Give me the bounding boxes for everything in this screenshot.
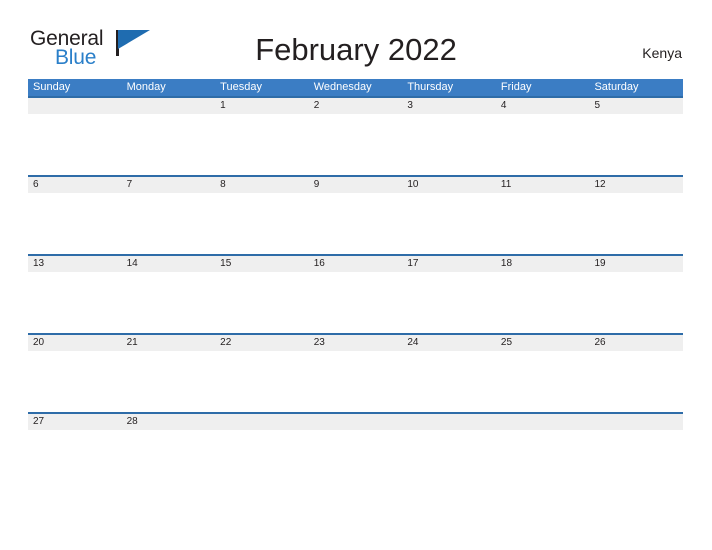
- date-number[interactable]: 10: [402, 177, 496, 193]
- date-number[interactable]: 28: [122, 414, 216, 430]
- date-number[interactable]: [309, 414, 403, 430]
- date-number[interactable]: 11: [496, 177, 590, 193]
- day-event-area[interactable]: [496, 351, 590, 412]
- date-number[interactable]: [28, 98, 122, 114]
- day-event-area[interactable]: [215, 272, 309, 333]
- day-event-area[interactable]: [402, 193, 496, 254]
- day-event-area[interactable]: [496, 272, 590, 333]
- day-event-area[interactable]: [589, 272, 683, 333]
- date-number[interactable]: 2: [309, 98, 403, 114]
- weekday-header-monday: Monday: [126, 81, 166, 93]
- day-event-area[interactable]: [215, 430, 309, 491]
- date-number[interactable]: 18: [496, 256, 590, 272]
- date-number[interactable]: [215, 414, 309, 430]
- date-number[interactable]: 16: [309, 256, 403, 272]
- day-event-area[interactable]: [309, 272, 403, 333]
- date-number[interactable]: 12: [589, 177, 683, 193]
- week-row: 6 7 8 9 10 11 12: [28, 175, 683, 254]
- page-title: February 2022: [255, 32, 457, 67]
- date-number-strip: 6 7 8 9 10 11 12: [28, 177, 683, 193]
- day-event-area[interactable]: [589, 351, 683, 412]
- date-number[interactable]: 5: [589, 98, 683, 114]
- date-number[interactable]: 27: [28, 414, 122, 430]
- day-event-area[interactable]: [589, 193, 683, 254]
- day-event-area[interactable]: [122, 351, 216, 412]
- day-event-area[interactable]: [215, 193, 309, 254]
- calendar-grid: Sunday Monday Tuesday Wednesday Thursday…: [28, 79, 683, 491]
- date-number-strip: 13 14 15 16 17 18 19: [28, 256, 683, 272]
- week-row: 20 21 22 23 24 25 26: [28, 333, 683, 412]
- day-event-area[interactable]: [402, 351, 496, 412]
- date-number[interactable]: 4: [496, 98, 590, 114]
- calendar-page: General Blue February 2022 Kenya Sunday …: [0, 0, 712, 550]
- day-event-area[interactable]: [589, 430, 683, 491]
- page-header: General Blue February 2022 Kenya: [0, 0, 712, 78]
- day-event-area[interactable]: [28, 351, 122, 412]
- date-number[interactable]: 22: [215, 335, 309, 351]
- day-event-area[interactable]: [589, 114, 683, 175]
- region-label: Kenya: [642, 45, 682, 61]
- weekday-header-row: Sunday Monday Tuesday Wednesday Thursday…: [28, 79, 683, 96]
- date-number[interactable]: 17: [402, 256, 496, 272]
- weekday-header-tuesday: Tuesday: [220, 81, 262, 93]
- day-event-area[interactable]: [496, 114, 590, 175]
- weekday-header-wednesday: Wednesday: [313, 81, 372, 93]
- date-number[interactable]: 15: [215, 256, 309, 272]
- day-event-area[interactable]: [402, 272, 496, 333]
- weekday-header-saturday: Saturday: [594, 81, 639, 93]
- day-event-area[interactable]: [402, 114, 496, 175]
- day-event-area[interactable]: [122, 272, 216, 333]
- day-event-area[interactable]: [496, 193, 590, 254]
- day-event-area[interactable]: [122, 430, 216, 491]
- day-event-area[interactable]: [496, 430, 590, 491]
- day-event-area[interactable]: [215, 114, 309, 175]
- date-number[interactable]: 20: [28, 335, 122, 351]
- date-number[interactable]: [496, 414, 590, 430]
- date-number[interactable]: [122, 98, 216, 114]
- day-event-area[interactable]: [309, 351, 403, 412]
- date-number-strip: 1 2 3 4 5: [28, 98, 683, 114]
- date-number[interactable]: 1: [215, 98, 309, 114]
- date-number[interactable]: 9: [309, 177, 403, 193]
- event-area-row: [28, 351, 683, 412]
- day-event-area[interactable]: [215, 351, 309, 412]
- event-area-row: [28, 430, 683, 491]
- day-event-area[interactable]: [309, 430, 403, 491]
- date-number[interactable]: 7: [122, 177, 216, 193]
- event-area-row: [28, 193, 683, 254]
- day-event-area[interactable]: [122, 193, 216, 254]
- week-row: 13 14 15 16 17 18 19: [28, 254, 683, 333]
- day-event-area[interactable]: [28, 430, 122, 491]
- day-event-area[interactable]: [28, 193, 122, 254]
- event-area-row: [28, 272, 683, 333]
- date-number[interactable]: 21: [122, 335, 216, 351]
- date-number[interactable]: 14: [122, 256, 216, 272]
- weekday-header-friday: Friday: [500, 81, 532, 93]
- day-event-area[interactable]: [309, 114, 403, 175]
- weekday-header-sunday: Sunday: [33, 81, 71, 93]
- date-number[interactable]: [589, 414, 683, 430]
- date-number[interactable]: 6: [28, 177, 122, 193]
- day-event-area[interactable]: [28, 114, 122, 175]
- date-number-strip: 27 28: [28, 414, 683, 430]
- day-event-area[interactable]: [122, 114, 216, 175]
- day-event-area[interactable]: [402, 430, 496, 491]
- date-number[interactable]: 13: [28, 256, 122, 272]
- day-event-area[interactable]: [28, 272, 122, 333]
- event-area-row: [28, 114, 683, 175]
- date-number[interactable]: 24: [402, 335, 496, 351]
- date-number[interactable]: 3: [402, 98, 496, 114]
- date-number[interactable]: 19: [589, 256, 683, 272]
- date-number[interactable]: 8: [215, 177, 309, 193]
- week-row: 27 28: [28, 412, 683, 491]
- date-number[interactable]: 23: [309, 335, 403, 351]
- weekday-header-thursday: Thursday: [407, 81, 454, 93]
- date-number[interactable]: [402, 414, 496, 430]
- week-row: 1 2 3 4 5: [28, 96, 683, 175]
- day-event-area[interactable]: [309, 193, 403, 254]
- date-number[interactable]: 26: [589, 335, 683, 351]
- date-number[interactable]: 25: [496, 335, 590, 351]
- date-number-strip: 20 21 22 23 24 25 26: [28, 335, 683, 351]
